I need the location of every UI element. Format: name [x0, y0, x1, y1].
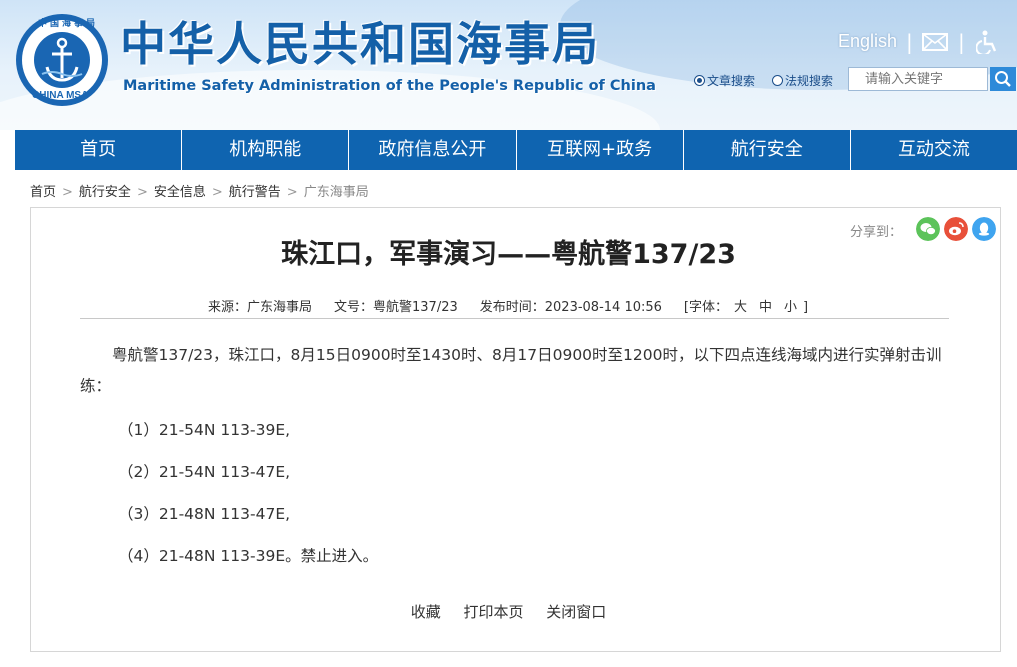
search-input[interactable]	[848, 67, 988, 91]
radio-label: 法规搜索	[785, 74, 834, 88]
breadcrumb-current: 广东海事局	[303, 185, 369, 200]
breadcrumb-link[interactable]: 安全信息	[154, 185, 206, 200]
nav-item-functions[interactable]: 机构职能	[182, 130, 350, 170]
breadcrumb-link[interactable]: 航行安全	[79, 185, 131, 200]
nav-item-gov-info[interactable]: 政府信息公开	[349, 130, 517, 170]
nav-item-home[interactable]: 首页	[15, 130, 183, 170]
radio-unselected-icon	[772, 75, 783, 86]
site-title-cn[interactable]: 中华人民共和国海事局	[120, 14, 600, 74]
nav-item-interaction[interactable]: 互动交流	[851, 130, 1017, 170]
header-separator: |	[906, 30, 913, 54]
breadcrumb: 首页 > 航行安全 > 安全信息 > 航行警告 > 广东海事局	[30, 181, 369, 200]
article-paragraph: 粤航警137/23，珠江口，8月15日0900时至1430时、8月17日0900…	[80, 346, 942, 395]
article-doc-number: 文号：粤航警137/23	[334, 300, 458, 315]
search-icon	[995, 71, 1011, 87]
mail-icon[interactable]	[922, 33, 948, 51]
article-publish-time: 发布时间：2023-08-14 10:56	[479, 300, 662, 315]
search-button[interactable]	[990, 67, 1016, 91]
font-size-label: [字体：	[683, 300, 728, 315]
coordinate-point: （1）21-54N 113-39E,	[118, 421, 291, 439]
breadcrumb-separator: >	[62, 185, 73, 200]
font-size-control: [字体： 大中小]	[684, 300, 808, 315]
site-title-en: Maritime Safety Administration of the Pe…	[123, 78, 656, 94]
font-size-large-button[interactable]: 大	[734, 300, 747, 315]
radio-selected-icon	[694, 75, 705, 86]
coordinate-point: （4）21-48N 113-39E。禁止进入。	[118, 547, 379, 565]
article-source: 来源：广东海事局	[208, 300, 313, 315]
breadcrumb-link[interactable]: 首页	[30, 185, 56, 200]
breadcrumb-separator: >	[211, 185, 223, 200]
print-button[interactable]: 打印本页	[463, 603, 523, 621]
header-separator: |	[958, 30, 965, 54]
main-nav: 首页 机构职能 政府信息公开 互联网+政务 航行安全 互动交流	[15, 130, 1017, 170]
article-body: 粤航警137/23，珠江口，8月15日0900时至1430时、8月17日0900…	[80, 340, 960, 402]
search-option-article[interactable]: 文章搜索	[694, 72, 755, 89]
coordinate-point: （3）21-48N 113-47E,	[118, 505, 291, 523]
article-meta: 来源：广东海事局 文号：粤航警137/23 发布时间：2023-08-14 10:5…	[208, 296, 808, 315]
title-divider	[80, 318, 949, 319]
search-option-law[interactable]: 法规搜索	[772, 72, 833, 89]
close-window-button[interactable]: 关闭窗口	[546, 603, 606, 621]
article-actions: 收藏 打印本页 关闭窗口	[0, 601, 1017, 622]
font-size-medium-button[interactable]: 中	[759, 300, 772, 315]
accessibility-icon[interactable]	[976, 30, 998, 54]
favorite-button[interactable]: 收藏	[411, 603, 441, 621]
font-size-bracket: ]	[803, 300, 809, 315]
article-title: 珠江口，军事演习——粤航警137/23	[281, 239, 736, 270]
font-size-small-button[interactable]: 小	[784, 300, 797, 315]
breadcrumb-separator: >	[286, 185, 298, 200]
english-link[interactable]: English	[838, 31, 897, 52]
logo-text-en: CHINA MSA	[32, 90, 89, 101]
logo-text-cn: 中国海事局	[38, 19, 99, 29]
radio-label: 文章搜索	[707, 74, 756, 88]
nav-item-internet-gov[interactable]: 互联网+政务	[517, 130, 684, 170]
nav-item-navigation-safety[interactable]: 航行安全	[684, 130, 851, 170]
breadcrumb-link[interactable]: 航行警告	[229, 185, 281, 200]
breadcrumb-separator: >	[136, 185, 148, 200]
coordinate-point: （2）21-54N 113-47E,	[118, 463, 291, 481]
